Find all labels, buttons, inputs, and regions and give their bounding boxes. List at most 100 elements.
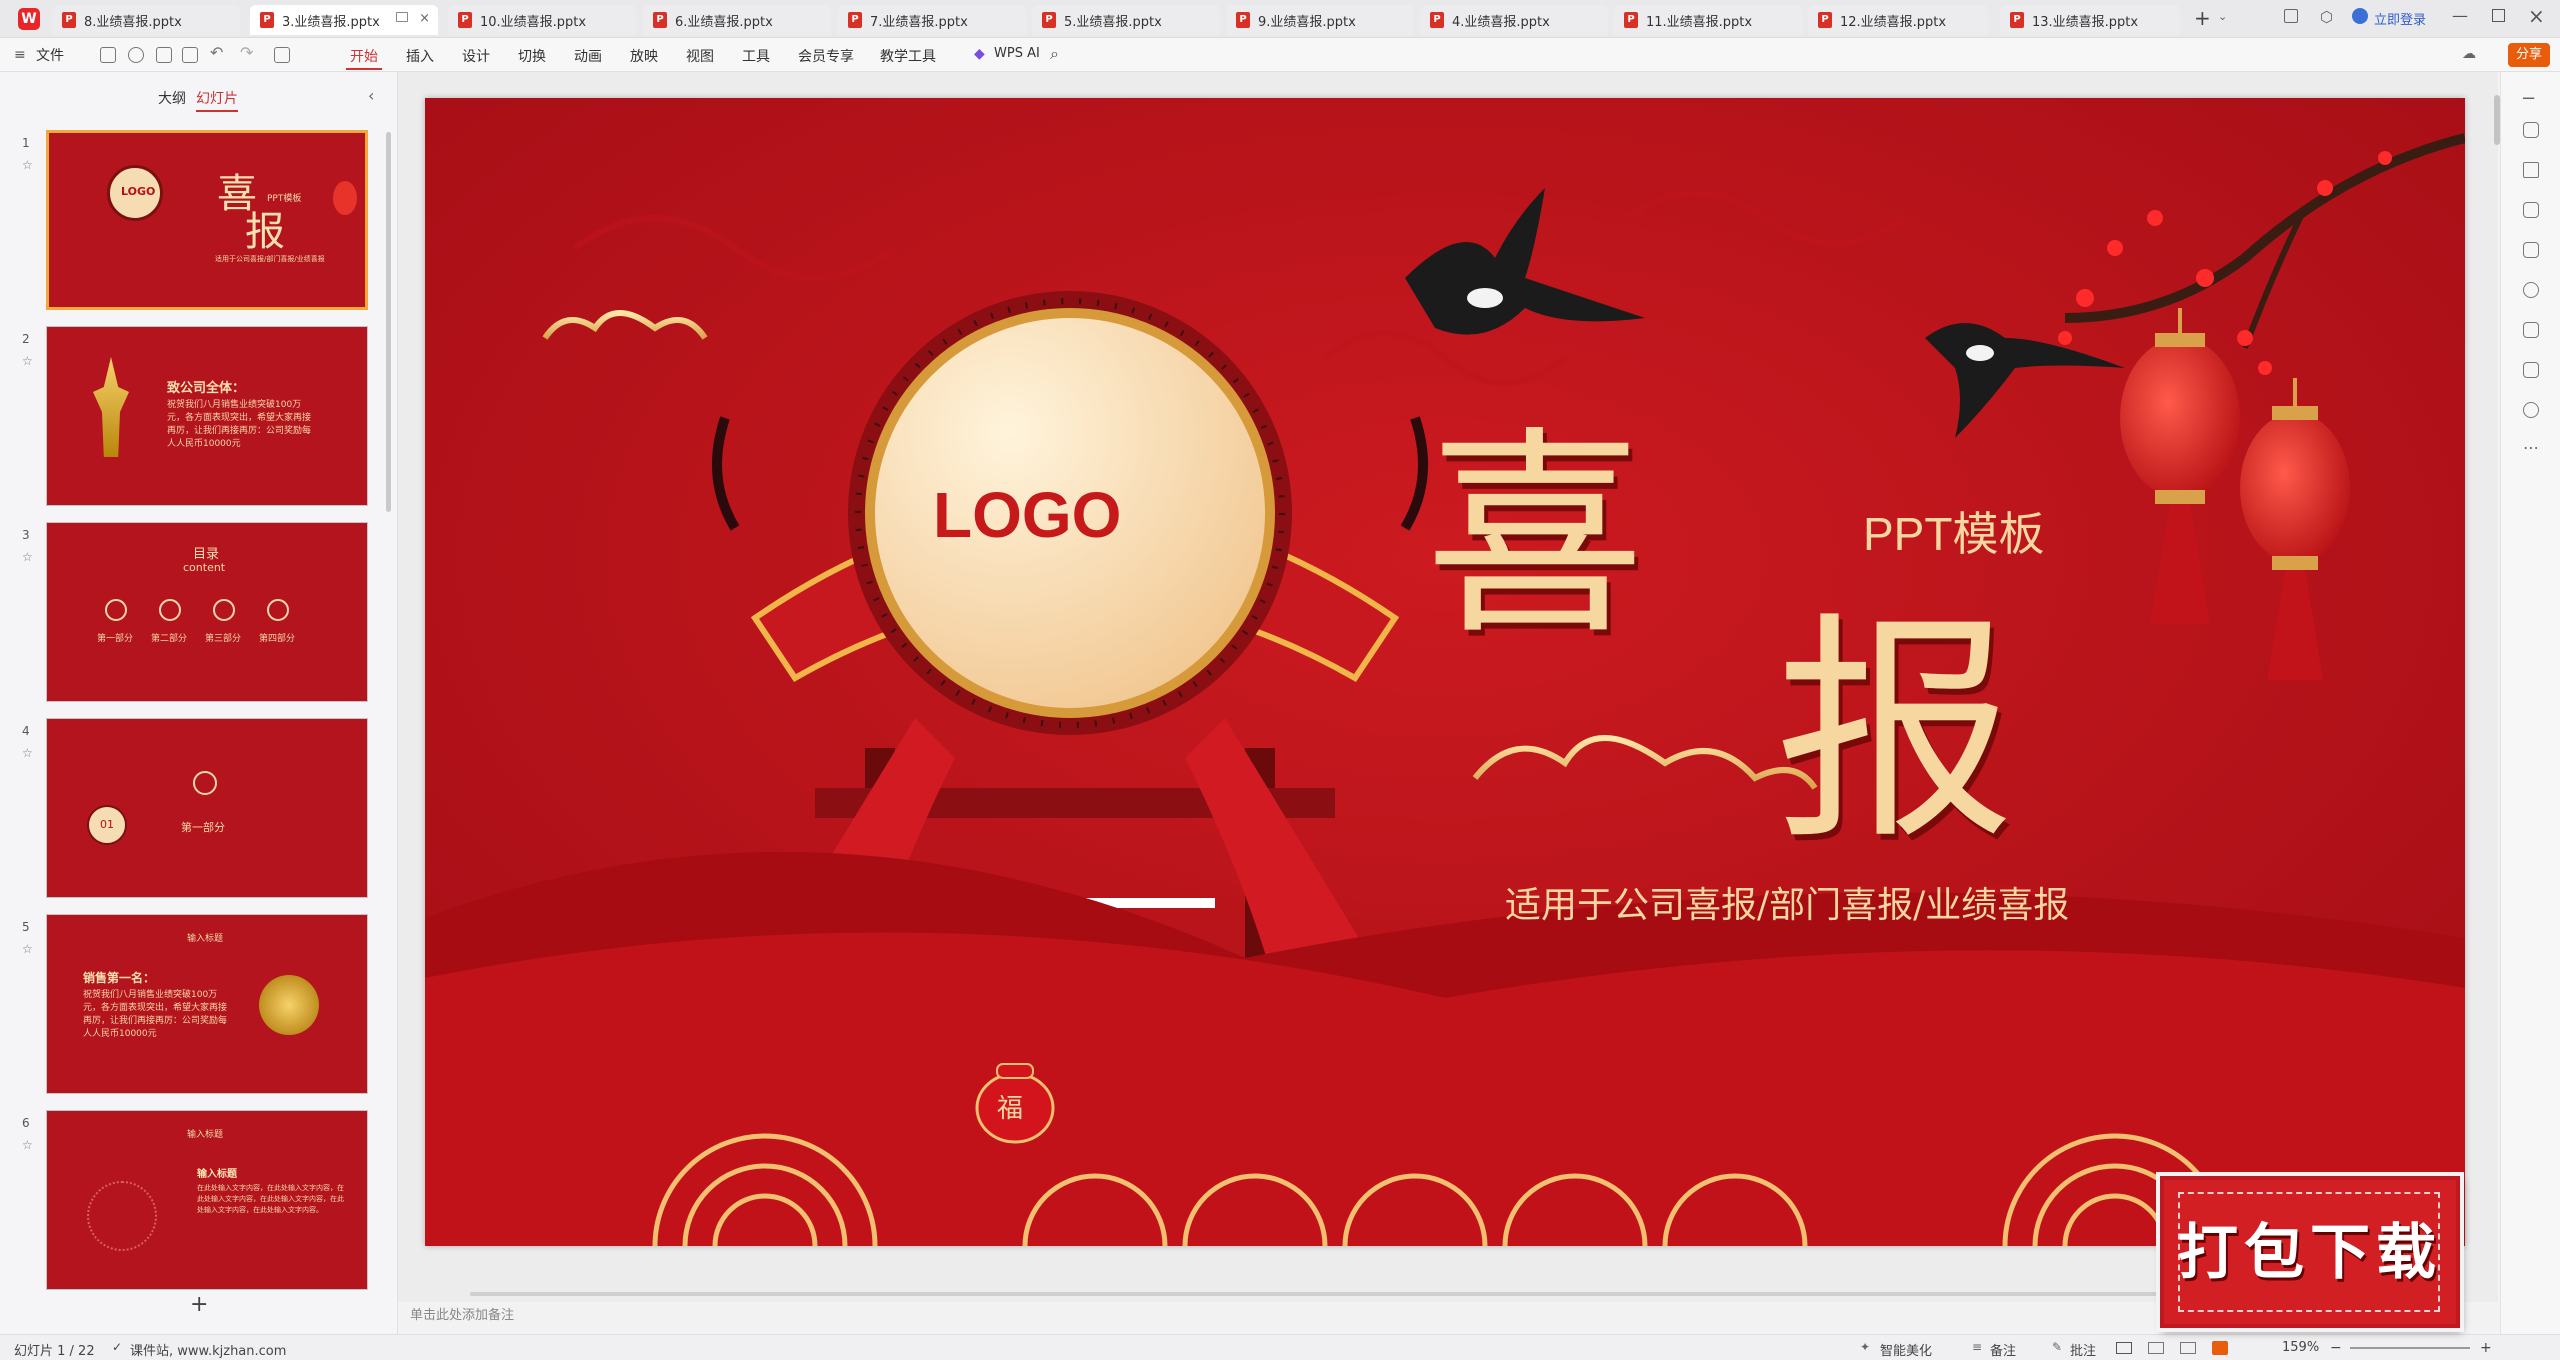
slideshow-icon[interactable]: [2212, 1341, 2228, 1355]
wps-ai-button[interactable]: WPS AI: [990, 44, 1044, 63]
smart-beautify-icon[interactable]: ✦: [1860, 1340, 1870, 1354]
close-window-icon[interactable]: ×: [2528, 4, 2545, 28]
star-icon[interactable]: ☆: [22, 746, 33, 760]
slide-thumbnail-5[interactable]: 输入标题 销售第一名： 祝贺我们八月销售业绩突破100万元，各方面表现突出，希望…: [46, 914, 368, 1094]
window-icon[interactable]: [2284, 9, 2298, 23]
help-icon[interactable]: [2523, 402, 2539, 418]
more-icon[interactable]: ⋯: [2523, 438, 2539, 457]
comment-icon[interactable]: ✎: [2052, 1340, 2062, 1354]
thumb-subtitle: 适用于公司喜报/部门喜报/业绩喜报: [215, 255, 325, 263]
slide-thumbnail-3[interactable]: 目录 content 第一部分 第二部分 第三部分 第四部分: [46, 522, 368, 702]
doc-tab[interactable]: P 10.业绩喜报.pptx: [448, 5, 636, 35]
file-menu[interactable]: 文件: [36, 45, 64, 65]
tab-slides[interactable]: 幻灯片: [196, 88, 238, 112]
restore-icon[interactable]: [2492, 9, 2505, 22]
menu-member[interactable]: 会员专享: [794, 44, 858, 68]
normal-view-icon[interactable]: [2116, 1342, 2132, 1354]
slide-thumbnail-2[interactable]: 致公司全体： 祝贺我们八月销售业绩突破100万元，各方面表现突出，希望大家再接再…: [46, 326, 368, 506]
doc-tab[interactable]: P 8.业绩喜报.pptx: [52, 5, 240, 35]
menu-design[interactable]: 设计: [458, 44, 494, 68]
spellcheck-icon[interactable]: ✓: [112, 1340, 122, 1354]
download-badge[interactable]: 打包下载: [2160, 1176, 2460, 1328]
doc-tab-active[interactable]: P 3.业绩喜报.pptx ×: [250, 5, 438, 35]
menu-slideshow[interactable]: 放映: [626, 44, 662, 68]
slide-thumbnail-4[interactable]: 01 第一部分: [46, 718, 368, 898]
tab-outline[interactable]: 大纲: [158, 88, 186, 108]
slide-tag[interactable]: PPT模板: [1863, 498, 2044, 564]
slide-thumbnail-1[interactable]: LOGO 喜 报 PPT模板 适用于公司喜报/部门喜报/业绩喜报: [46, 130, 368, 310]
slide-title-char1[interactable]: 喜: [1425, 358, 1645, 676]
star-icon[interactable]: ☆: [22, 1138, 33, 1152]
menu-view[interactable]: 视图: [682, 44, 718, 68]
slide-logo-text[interactable]: LOGO: [933, 478, 1121, 552]
wps-logo-icon[interactable]: W: [18, 8, 40, 30]
search-doc-icon[interactable]: [128, 47, 144, 63]
image-icon[interactable]: [2523, 242, 2539, 258]
cube-icon[interactable]: ⬡: [2320, 8, 2333, 26]
collapse-panel-icon[interactable]: ‹: [368, 86, 374, 105]
star-effect-icon[interactable]: [2523, 162, 2539, 178]
hamburger-icon[interactable]: ≡: [14, 47, 26, 63]
slide-thumbnail-6[interactable]: 输入标题 输入标题 在此处输入文字内容，在此处输入文字内容，在此处输入文字内容，…: [46, 1110, 368, 1290]
thumbnail-scrollbar[interactable]: [386, 132, 391, 512]
slide-subtitle[interactable]: 适用于公司喜报/部门喜报/业绩喜报: [1505, 876, 2069, 928]
save-icon[interactable]: [100, 47, 116, 63]
comment-toggle[interactable]: 批注: [2070, 1340, 2096, 1359]
share-button[interactable]: 分享: [2507, 43, 2550, 67]
star-icon[interactable]: ☆: [22, 550, 33, 564]
search-icon[interactable]: ⌕: [1050, 44, 1059, 64]
notes-icon[interactable]: ≡: [1972, 1340, 1982, 1354]
current-slide[interactable]: LOGO 喜 报 PPT模板 适用于公司喜报/部门喜报/业绩喜报 福: [425, 98, 2465, 1246]
menu-transition[interactable]: 切换: [514, 44, 550, 68]
menu-home[interactable]: 开始: [346, 44, 382, 70]
format-icon[interactable]: [274, 47, 290, 63]
close-tab-icon[interactable]: ×: [419, 11, 430, 26]
tab-list-chevron-icon[interactable]: ⌄: [2218, 10, 2227, 23]
book-icon[interactable]: [2523, 322, 2539, 338]
notes-toggle[interactable]: 备注: [1990, 1340, 2016, 1359]
zoom-in-icon[interactable]: +: [2480, 1340, 2492, 1356]
wps-ai-icon[interactable]: ◆: [974, 46, 985, 62]
redo-icon[interactable]: ↷: [240, 43, 253, 62]
doc-tab[interactable]: P 6.业绩喜报.pptx: [643, 5, 831, 35]
user-avatar-icon[interactable]: [2352, 8, 2368, 24]
reading-view-icon[interactable]: [2180, 1342, 2196, 1354]
canvas-horizontal-scrollbar[interactable]: [470, 1292, 2160, 1296]
login-link[interactable]: 立即登录: [2374, 9, 2426, 28]
copy-icon[interactable]: [2523, 202, 2539, 218]
slide-title-char2[interactable]: 报: [1775, 538, 2015, 885]
smart-beautify-button[interactable]: 智能美化: [1880, 1340, 1932, 1359]
doc-tab[interactable]: P 12.业绩喜报.pptx: [1808, 5, 1988, 35]
undo-icon[interactable]: ↶: [210, 43, 223, 62]
menu-insert[interactable]: 插入: [402, 44, 438, 68]
layout-icon[interactable]: [2523, 362, 2539, 378]
menu-tools[interactable]: 工具: [738, 44, 774, 68]
tools-icon[interactable]: [2523, 282, 2539, 298]
star-icon[interactable]: ☆: [22, 942, 33, 956]
slide-sorter-icon[interactable]: [2148, 1342, 2164, 1354]
zoom-slider[interactable]: [2350, 1347, 2470, 1349]
laurel-icon: [267, 599, 289, 621]
menu-animation[interactable]: 动画: [570, 44, 606, 68]
doc-tab[interactable]: P 9.业绩喜报.pptx: [1226, 5, 1414, 35]
doc-tab[interactable]: P 11.业绩喜报.pptx: [1614, 5, 1802, 35]
doc-tab[interactable]: P 7.业绩喜报.pptx: [838, 5, 1026, 35]
add-slide-button[interactable]: +: [190, 1292, 208, 1317]
zoom-level[interactable]: 159%: [2282, 1340, 2319, 1355]
doc-tab[interactable]: P 5.业绩喜报.pptx: [1032, 5, 1220, 35]
properties-icon[interactable]: [2523, 122, 2539, 138]
cloud-sync-icon[interactable]: ☁: [2462, 46, 2476, 62]
star-icon[interactable]: ☆: [22, 354, 33, 368]
print-preview-icon[interactable]: [182, 47, 198, 63]
doc-tab[interactable]: P 13.业绩喜报.pptx: [2000, 5, 2180, 35]
doc-tab[interactable]: P 4.业绩喜报.pptx: [1420, 5, 1608, 35]
zoom-out-icon[interactable]: −: [2330, 1340, 2342, 1356]
new-tab-icon[interactable]: +: [2194, 6, 2211, 30]
minimize-icon[interactable]: —: [2452, 6, 2468, 25]
monitor-icon[interactable]: [396, 12, 408, 22]
star-icon[interactable]: ☆: [22, 158, 33, 172]
menu-teaching[interactable]: 教学工具: [876, 44, 940, 68]
minus-icon[interactable]: −: [2521, 88, 2536, 109]
pptx-file-icon: P: [1236, 12, 1250, 28]
print-icon[interactable]: [156, 47, 172, 63]
